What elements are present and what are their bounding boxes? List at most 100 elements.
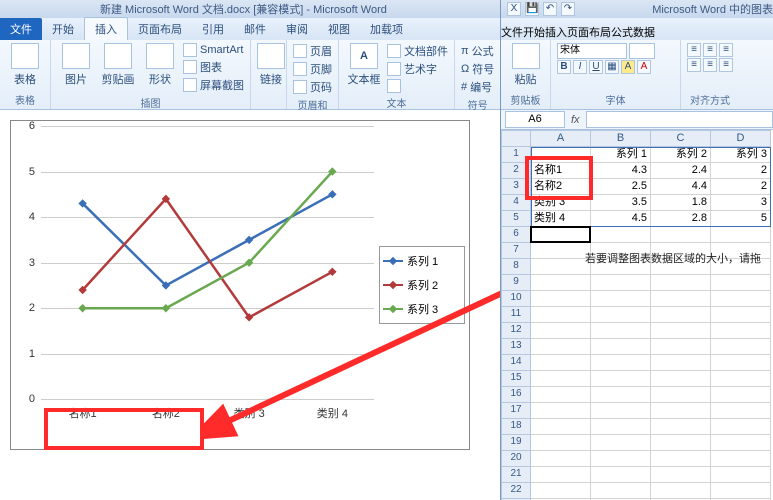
col-hdr-A[interactable]: A	[531, 130, 591, 147]
cell[interactable]: 3.5	[591, 195, 651, 211]
align-right-button[interactable]: ≡	[719, 58, 733, 72]
excel-tab-formulas[interactable]: 公式	[611, 24, 633, 40]
hyperlink-button[interactable]: 链接	[257, 43, 285, 87]
legend-entry[interactable]: 系列 2	[383, 277, 461, 293]
font-name-selector[interactable]: 宋体	[557, 43, 627, 59]
cell[interactable]	[711, 371, 771, 387]
cell[interactable]	[651, 387, 711, 403]
align-mid-button[interactable]: ≡	[703, 43, 717, 57]
dropcap-button[interactable]	[387, 79, 448, 93]
row-header[interactable]: 7	[501, 243, 531, 259]
excel-tab-file[interactable]: 文件	[501, 24, 523, 40]
tab-review[interactable]: 审阅	[276, 18, 318, 40]
cell[interactable]	[711, 339, 771, 355]
cell[interactable]: 2	[711, 179, 771, 195]
wordart-button[interactable]: 艺术字	[387, 61, 448, 77]
border-button[interactable]: ▦	[605, 60, 619, 74]
cell[interactable]	[651, 419, 711, 435]
cell[interactable]	[651, 371, 711, 387]
cell[interactable]	[531, 259, 591, 275]
cell[interactable]	[591, 371, 651, 387]
excel-tab-data[interactable]: 数据	[633, 24, 655, 40]
cell[interactable]: 2.8	[651, 211, 711, 227]
cell[interactable]: 类别 4	[531, 211, 591, 227]
cell[interactable]	[711, 227, 771, 243]
excel-tab-home[interactable]: 开始	[523, 24, 545, 40]
row-header[interactable]: 9	[501, 275, 531, 291]
cell[interactable]: 系列 2	[651, 147, 711, 163]
cell[interactable]	[711, 355, 771, 371]
cell[interactable]: 名称1	[531, 163, 591, 179]
chart-series-line[interactable]	[83, 194, 333, 285]
cell[interactable]	[711, 419, 771, 435]
cell[interactable]	[531, 291, 591, 307]
cell[interactable]: 2.5	[591, 179, 651, 195]
cell[interactable]: 2	[711, 163, 771, 179]
tab-insert[interactable]: 插入	[84, 17, 128, 40]
cell[interactable]	[531, 451, 591, 467]
chart-button[interactable]: 图表	[183, 59, 244, 75]
row-header[interactable]: 17	[501, 403, 531, 419]
cell[interactable]: 4.4	[651, 179, 711, 195]
legend-entry[interactable]: 系列 3	[383, 301, 461, 317]
cell[interactable]	[591, 483, 651, 499]
cell[interactable]: 类别 3	[531, 195, 591, 211]
select-all-corner[interactable]	[501, 130, 531, 147]
cell[interactable]: 系列 1	[591, 147, 651, 163]
row-header[interactable]: 18	[501, 419, 531, 435]
table-button[interactable]: 表格	[6, 43, 44, 87]
cell[interactable]	[591, 227, 651, 243]
row-header[interactable]: 11	[501, 307, 531, 323]
number-button[interactable]: #编号	[461, 79, 494, 95]
cell[interactable]: 系列 3	[711, 147, 771, 163]
symbol-button[interactable]: Ω符号	[461, 61, 494, 77]
align-bot-button[interactable]: ≡	[719, 43, 733, 57]
cell[interactable]	[531, 307, 591, 323]
cell[interactable]	[531, 387, 591, 403]
spreadsheet-grid[interactable]: A B C D 1系列 1系列 2系列 32名称14.32.423名称22.54…	[501, 130, 773, 500]
header-button[interactable]: 页眉	[293, 43, 332, 59]
cell[interactable]	[651, 435, 711, 451]
cell[interactable]	[591, 307, 651, 323]
cell[interactable]	[711, 275, 771, 291]
row-header[interactable]: 16	[501, 387, 531, 403]
cell[interactable]	[591, 419, 651, 435]
row-header[interactable]: 8	[501, 259, 531, 275]
row-header[interactable]: 19	[501, 435, 531, 451]
cell[interactable]: 名称2	[531, 179, 591, 195]
paste-button[interactable]: 粘贴	[507, 43, 545, 87]
cell[interactable]	[531, 339, 591, 355]
cell[interactable]	[531, 371, 591, 387]
equation-button[interactable]: π公式	[461, 43, 494, 59]
row-header[interactable]: 6	[501, 227, 531, 243]
cell[interactable]	[591, 355, 651, 371]
cell[interactable]	[591, 339, 651, 355]
pageno-button[interactable]: 页码	[293, 79, 332, 95]
shapes-button[interactable]: 形状	[141, 43, 179, 87]
cell[interactable]: 5	[711, 211, 771, 227]
footer-button[interactable]: 页脚	[293, 61, 332, 77]
cell[interactable]	[711, 483, 771, 499]
cell[interactable]	[531, 243, 591, 259]
row-header[interactable]: 13	[501, 339, 531, 355]
excel-tab-insert[interactable]: 插入	[545, 24, 567, 40]
cell[interactable]	[591, 275, 651, 291]
cell[interactable]	[531, 355, 591, 371]
row-header[interactable]: 15	[501, 371, 531, 387]
clipart-button[interactable]: 剪贴画	[99, 43, 137, 87]
tab-mailings[interactable]: 邮件	[234, 18, 276, 40]
cell[interactable]	[711, 307, 771, 323]
cell[interactable]	[531, 435, 591, 451]
cell[interactable]: 4.5	[591, 211, 651, 227]
cell[interactable]	[531, 227, 591, 243]
bold-button[interactable]: B	[557, 60, 571, 74]
cell[interactable]	[591, 291, 651, 307]
tab-file[interactable]: 文件	[0, 18, 42, 40]
excel-tab-pagelayout[interactable]: 页面布局	[567, 24, 611, 40]
col-hdr-D[interactable]: D	[711, 130, 771, 147]
row-header[interactable]: 14	[501, 355, 531, 371]
cell[interactable]	[591, 451, 651, 467]
row-header[interactable]: 4	[501, 195, 531, 211]
cell[interactable]	[651, 339, 711, 355]
cell[interactable]	[531, 403, 591, 419]
